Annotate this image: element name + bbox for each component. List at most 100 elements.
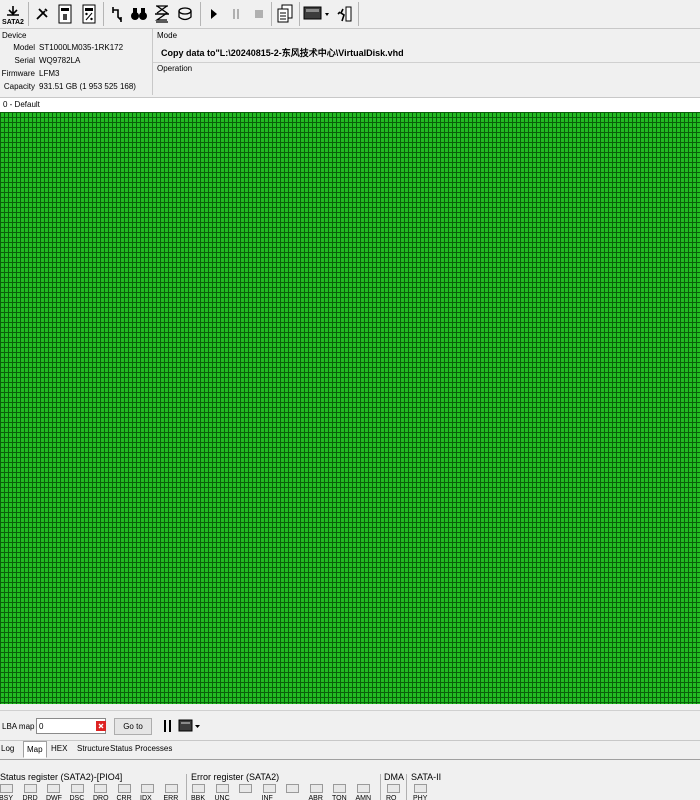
register-led (141, 784, 154, 793)
monitor-icon (303, 6, 329, 20)
firmware-label: Firmware (1, 69, 35, 78)
device-panel: Device Model ST1000LM035-1RK172 Serial W… (0, 29, 153, 95)
map-profile-label: 0 - Default (3, 100, 40, 109)
register-led-label: UNC (214, 795, 230, 800)
register-led (117, 784, 131, 793)
device-title: Device (2, 31, 27, 40)
register-led-label: ABR (308, 795, 323, 800)
register-separator (186, 774, 187, 800)
disk-button[interactable] (174, 1, 196, 27)
map-view-dropdown-icon[interactable] (178, 718, 204, 734)
tools-button[interactable] (31, 1, 53, 27)
register-led (215, 784, 229, 793)
toolbar-separator (299, 2, 300, 26)
register-led-label: CRR (116, 795, 132, 800)
error-register-title: Error register (SATA2) (191, 772, 280, 782)
operation-divider (153, 62, 700, 63)
lba-bar: LBA map Go to (0, 710, 700, 741)
sata-port-button[interactable]: SATA2 (2, 1, 24, 27)
toolbar: SATA2 (0, 0, 700, 29)
register-led-label: DWF (46, 795, 62, 800)
dma-title: DMA (384, 772, 404, 782)
binoculars-icon (131, 8, 147, 20)
block-map-canvas (0, 112, 700, 704)
firmware-value: LFM3 (39, 69, 60, 78)
register-led (414, 784, 427, 793)
register-led-label: INF (261, 795, 273, 800)
register-led-label: DSC (69, 795, 85, 800)
registers-panel: Status register (SATA2)-[PIO4] Error reg… (0, 760, 700, 800)
pause-icon (233, 9, 239, 19)
toolbar-separator (28, 2, 29, 26)
plug-icon (112, 7, 122, 22)
register-led-label: BBK (191, 795, 206, 800)
wrench-screwdriver-icon (36, 8, 48, 20)
status-register-title: Status register (SATA2)-[PIO4] (0, 772, 123, 782)
percent-sheet-icon (82, 4, 96, 24)
register-led-label: TON (332, 795, 347, 800)
register-separator (406, 774, 407, 800)
lba-block-map[interactable] (0, 112, 700, 704)
smart-button[interactable] (54, 1, 76, 27)
mode-title: Mode (157, 31, 178, 40)
lba-map-label: LBA map (2, 722, 35, 731)
register-led (47, 784, 60, 793)
map-header: 0 - Default (0, 97, 700, 113)
toolbar-separator (358, 2, 359, 26)
erase-button[interactable] (151, 1, 173, 27)
toolbar-separator (200, 2, 201, 26)
sata-ii-title: SATA-II (411, 772, 442, 782)
register-led (262, 784, 276, 793)
register-led-label: AMN (355, 795, 372, 800)
register-led (23, 784, 37, 793)
toolbar-separator (271, 2, 272, 26)
tab-log[interactable]: Log (1, 744, 14, 753)
search-button[interactable] (128, 1, 150, 27)
capacity-row: Capacity 931.51 GB (1 953 525 168) (0, 82, 152, 94)
map-pause-icon[interactable] (162, 719, 174, 733)
stop-button[interactable] (248, 1, 270, 27)
hourglass-icon (154, 5, 169, 23)
tab-processes[interactable]: Processes (135, 744, 172, 753)
monitor-button[interactable] (302, 1, 332, 27)
register-led-label: BSY (0, 795, 14, 800)
register-led-label: DRQ (93, 795, 109, 800)
register-led (239, 784, 252, 793)
exit-button[interactable] (334, 1, 356, 27)
exit-door-icon (337, 6, 352, 22)
tab-status[interactable]: Status (110, 744, 133, 753)
copy-button[interactable] (274, 1, 296, 27)
serial-row: Serial WQ9782LA (0, 56, 152, 68)
register-led (70, 784, 84, 793)
model-row: Model ST1000LM035-1RK172 (0, 43, 152, 55)
bottom-tabs: Log Map HEX Structure Status Processes (0, 740, 700, 760)
percent-button[interactable] (78, 1, 100, 27)
clear-input-icon[interactable] (96, 721, 106, 731)
register-led (94, 784, 107, 793)
play-button[interactable] (203, 1, 225, 27)
toolbar-separator (103, 2, 104, 26)
connect-button[interactable] (106, 1, 128, 27)
pause-button[interactable] (225, 1, 247, 27)
stop-icon (255, 10, 263, 18)
sata-label: SATA2 (2, 19, 24, 26)
copy-document-icon (277, 4, 293, 23)
tab-hex[interactable]: HEX (51, 744, 67, 753)
register-led (286, 784, 299, 793)
register-led-label: IDX (140, 795, 152, 800)
serial-value: WQ9782LA (39, 56, 81, 65)
model-value: ST1000LM035-1RK172 (39, 43, 124, 52)
register-led (0, 784, 13, 793)
register-led (356, 784, 370, 793)
register-led-label: PHY (413, 795, 428, 800)
capacity-label: Capacity (3, 82, 35, 91)
register-led (164, 784, 178, 793)
register-led (333, 784, 346, 793)
tab-structure[interactable]: Structure (77, 744, 109, 753)
firmware-row: Firmware LFM3 (0, 69, 152, 81)
tab-map[interactable]: Map (23, 741, 47, 758)
register-led (387, 784, 400, 793)
serial-label: Serial (14, 56, 35, 65)
goto-button[interactable]: Go to (114, 718, 152, 735)
capacity-value: 931.51 GB (1 953 525 168) (39, 82, 136, 91)
